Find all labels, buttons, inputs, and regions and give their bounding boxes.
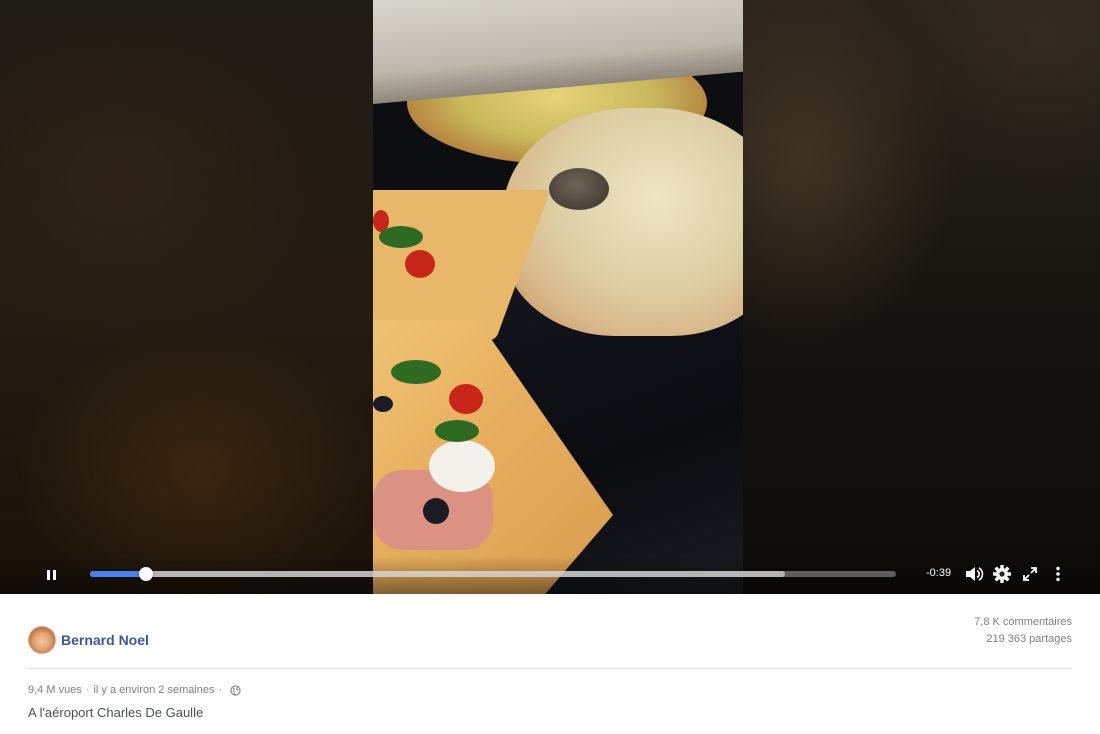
arugula-topping: [379, 226, 423, 248]
quiche-front: [503, 108, 743, 336]
video-player[interactable]: -0:39: [0, 0, 1100, 594]
progress-bar[interactable]: [90, 567, 896, 581]
meta-separator: ·: [218, 684, 223, 696]
post-meta: 9,4 M vues · il y a environ 2 semaines ·: [28, 684, 241, 696]
more-vertical-icon: [1056, 566, 1060, 582]
mozzarella-topping: [429, 440, 495, 492]
tomato-topping: [449, 384, 483, 414]
mouse: [549, 168, 609, 210]
globe-icon: [230, 684, 241, 696]
olive-topping: [373, 396, 393, 412]
avatar[interactable]: [28, 626, 56, 654]
shares-count[interactable]: 219 363 partages: [974, 631, 1072, 648]
fullscreen-button[interactable]: [1019, 563, 1041, 585]
divider: [28, 668, 1072, 669]
volume-button[interactable]: [963, 563, 985, 585]
progress-buffered: [90, 571, 785, 577]
meta-separator: ·: [85, 684, 90, 696]
post-timestamp[interactable]: il y a environ 2 semaines: [93, 684, 214, 696]
post-info: Bernard Noel 7,8 K commentaires 219 363 …: [0, 594, 1100, 734]
olive-topping: [423, 498, 449, 524]
more-options-button[interactable]: [1047, 563, 1069, 585]
view-count: 9,4 M vues: [28, 684, 82, 696]
post-caption: A l'aéroport Charles De Gaulle: [28, 705, 204, 720]
expand-icon: [1023, 567, 1037, 581]
pause-button[interactable]: [40, 564, 62, 586]
tomato-topping: [405, 250, 435, 278]
video-blur-background-left: [0, 0, 373, 594]
progress-scrubber-handle[interactable]: [138, 567, 153, 581]
pause-icon: [45, 570, 57, 580]
author-name[interactable]: Bernard Noel: [61, 632, 149, 648]
arugula-topping: [435, 420, 479, 442]
arugula-topping: [391, 360, 441, 384]
settings-button[interactable]: [991, 563, 1013, 585]
volume-icon: [966, 567, 984, 581]
video-frame[interactable]: [373, 0, 743, 594]
video-controls: -0:39: [0, 556, 1100, 594]
video-blur-background-right: [743, 0, 1100, 594]
time-remaining: -0:39: [926, 567, 952, 579]
gear-icon: [993, 565, 1011, 583]
comments-count[interactable]: 7,8 K commentaires: [974, 614, 1072, 631]
progress-played: [90, 571, 146, 577]
post-stats: 7,8 K commentaires 219 363 partages: [974, 614, 1072, 648]
